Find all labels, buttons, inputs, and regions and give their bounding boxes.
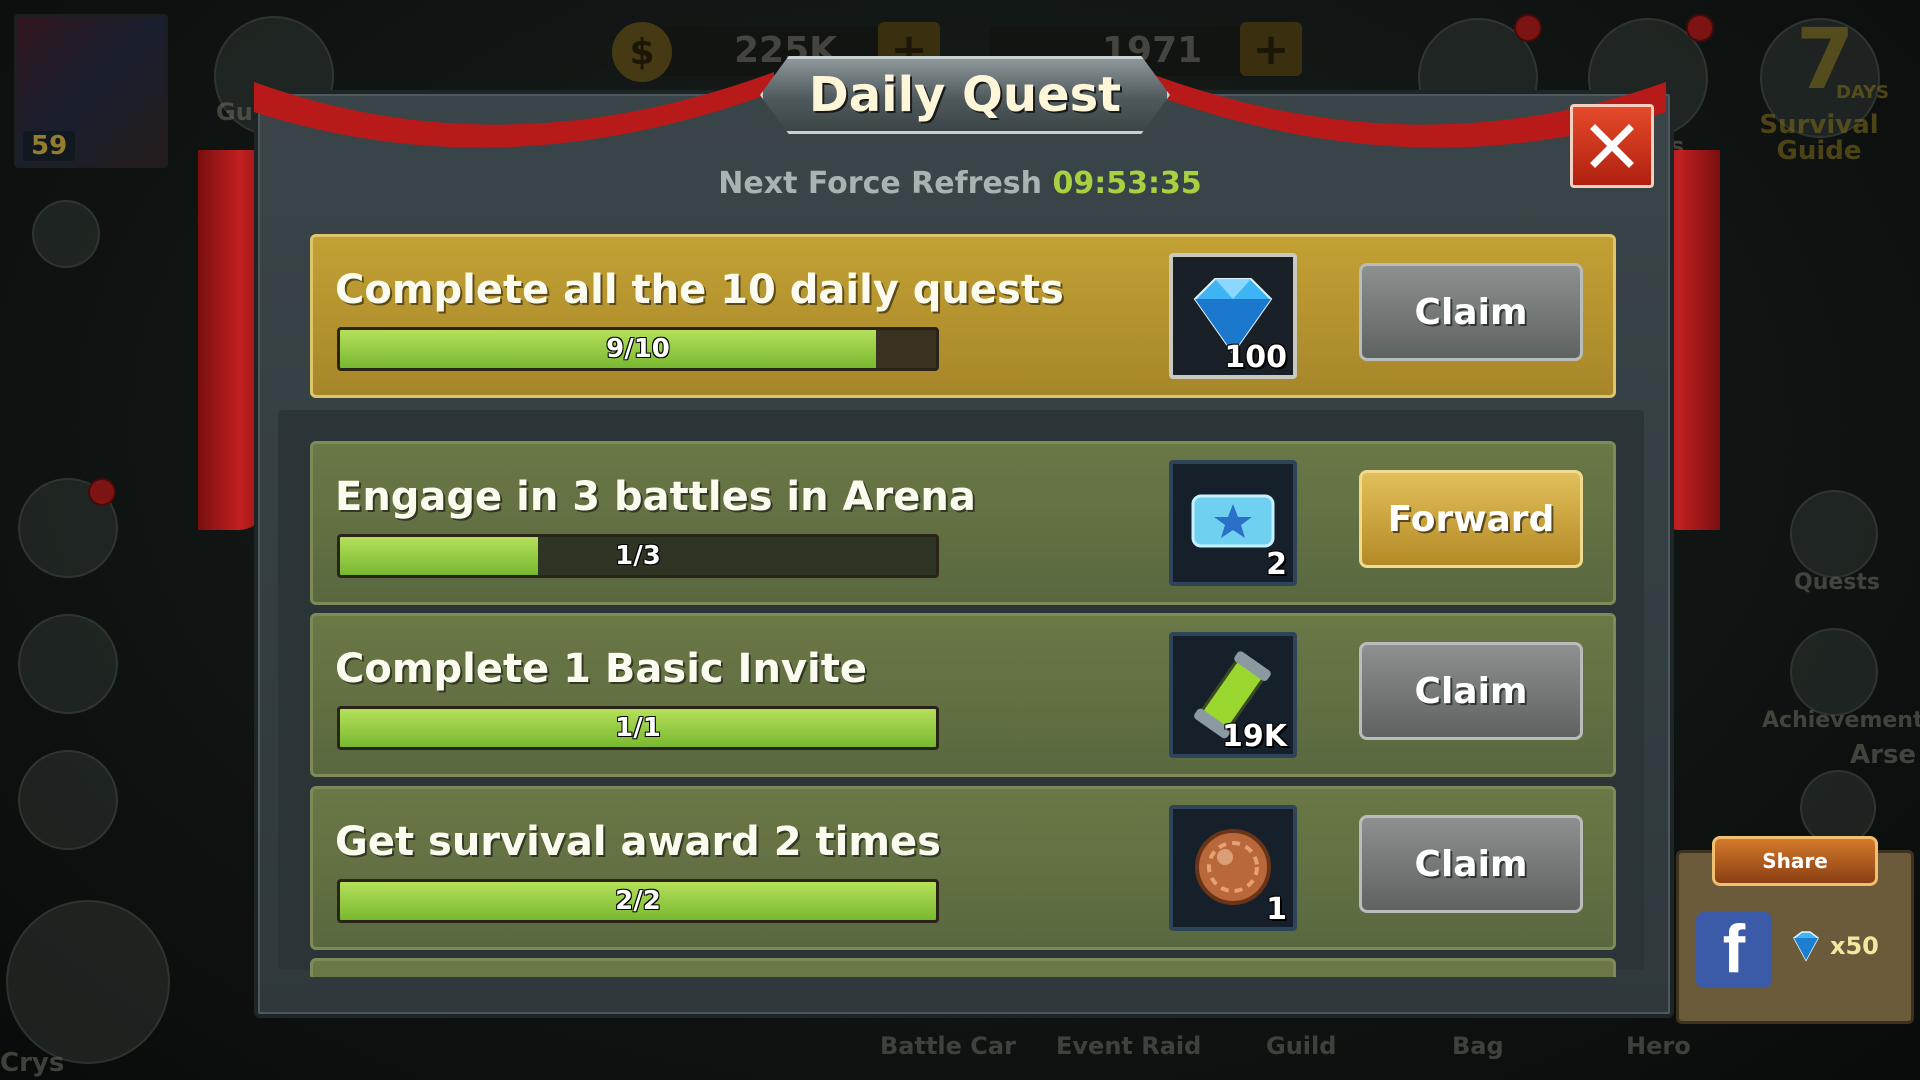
reward-amount: 100 [1224, 340, 1287, 375]
refresh-time: 09:53:35 [1052, 166, 1202, 201]
quest-progress-bar: 1/3 [337, 534, 939, 578]
quest-progress-bar: 1/1 [337, 706, 939, 750]
quest-row: Complete all the 10 daily quests 9/10 10… [310, 234, 1616, 398]
quest-row: Complete 1 Basic Invite 1/1 19K Claim [310, 613, 1616, 777]
dialog-title-plate: Daily Quest [760, 56, 1170, 134]
dialog-title: Daily Quest [808, 67, 1122, 123]
close-icon [1590, 124, 1634, 168]
forward-button[interactable]: Forward [1359, 470, 1583, 568]
quest-row: Engage in 3 battles in Arena 1/3 2 Forwa… [310, 441, 1616, 605]
quest-description: Get survival award 2 times [335, 819, 941, 865]
reward-amount: 1 [1266, 892, 1287, 927]
reward-slot[interactable]: 100 [1169, 253, 1297, 379]
quest-progress-text: 9/10 [606, 334, 670, 364]
quest-progress-text: 2/2 [615, 886, 661, 916]
reward-slot[interactable]: 19K [1169, 632, 1297, 758]
claim-button[interactable]: Claim [1359, 642, 1583, 740]
quest-description: Complete all the 10 daily quests [335, 267, 1064, 313]
quest-progress-bar: 2/2 [337, 879, 939, 923]
quest-description: Engage in 3 battles in Arena [335, 474, 976, 520]
quest-progress-bar: 9/10 [337, 327, 939, 371]
reward-slot[interactable]: 1 [1169, 805, 1297, 931]
claim-button[interactable]: Claim [1359, 815, 1583, 913]
reward-slot[interactable]: 2 [1169, 460, 1297, 586]
share-button[interactable]: Share [1712, 836, 1878, 886]
reward-amount: 19K [1222, 719, 1287, 754]
quest-progress-text: 1/1 [615, 713, 661, 743]
share-reward-amount: x50 [1830, 932, 1879, 960]
quest-description: Complete 1 Basic Invite [335, 646, 867, 692]
quest-row-partial [310, 958, 1616, 977]
quest-row: Get survival award 2 times 2/2 1 Claim [310, 786, 1616, 950]
refresh-timer: Next Force Refresh 09:53:35 [254, 166, 1666, 201]
reward-amount: 2 [1266, 547, 1287, 582]
refresh-label: Next Force Refresh [718, 166, 1042, 201]
quest-progress-text: 1/3 [615, 541, 661, 571]
claim-button[interactable]: Claim [1359, 263, 1583, 361]
diamond-icon [1793, 931, 1819, 962]
facebook-icon[interactable]: f [1696, 912, 1772, 988]
